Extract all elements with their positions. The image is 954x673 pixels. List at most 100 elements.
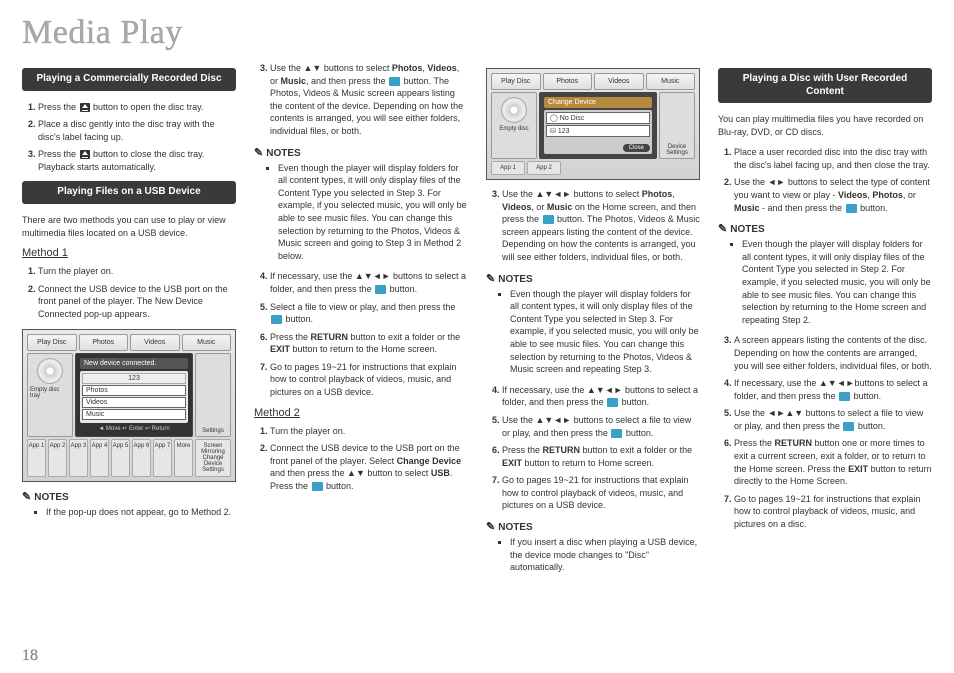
text: USB xyxy=(431,468,450,478)
fig-app: App 2 xyxy=(527,161,561,175)
text: Photos xyxy=(392,63,423,73)
text: button. xyxy=(619,397,649,407)
fig-tab: Photos xyxy=(543,73,593,90)
fig-disc-box: Empty disc tray xyxy=(27,353,73,437)
hand-icon: ✎ xyxy=(486,273,495,285)
disc-icon xyxy=(501,97,527,123)
fig-app: App 4 xyxy=(90,439,109,477)
note-item: If you insert a disc when playing a USB … xyxy=(510,536,700,574)
notes-list: Even though the player will display fold… xyxy=(718,238,932,326)
section-bar-commercial-disc: Playing a Commercially Recorded Disc xyxy=(22,68,236,91)
steps-method-1: Turn the player on. Connect the USB devi… xyxy=(22,265,236,320)
notes-heading: ✎NOTES xyxy=(718,222,932,235)
fig-tab: Photos xyxy=(79,334,129,351)
fig-row: Music xyxy=(82,409,186,420)
step: Press the RETURN button one or more time… xyxy=(734,437,932,487)
steps-col2: Use the ▲▼ buttons to select Photos, Vid… xyxy=(254,62,468,138)
hand-icon: ✎ xyxy=(718,223,727,235)
enter-icon xyxy=(271,315,282,324)
figure-new-device: Play Disc Photos Videos Music Empty disc… xyxy=(22,329,236,482)
fig-disc-box: Empty disc xyxy=(491,92,537,159)
fig-app: App 2 xyxy=(48,439,67,477)
text: If necessary, use the ▲▼◄►buttons to sel… xyxy=(734,378,928,401)
notes-heading: ✎NOTES xyxy=(486,520,700,533)
fig-popup-title: New device connected. xyxy=(80,358,188,369)
steps-user-disc-b: A screen appears listing the contents of… xyxy=(718,334,932,530)
section-bar-user-disc: Playing a Disc with User Recorded Conten… xyxy=(718,68,932,103)
steps-method-2: Turn the player on. Connect the USB devi… xyxy=(254,425,468,493)
column-2: Use the ▲▼ buttons to select Photos, Vid… xyxy=(254,62,468,582)
step: Press the RETURN button to exit a folder… xyxy=(270,331,468,356)
fig-tab: Music xyxy=(646,73,696,90)
notes-heading: ✎NOTES xyxy=(22,490,236,503)
fig-app: Screen Mirroring Change Device Settings xyxy=(195,439,231,477)
step: Press the RETURN button to exit a folder… xyxy=(502,444,700,469)
text: button. xyxy=(858,203,888,213)
hand-icon: ✎ xyxy=(254,147,263,159)
enter-icon xyxy=(375,285,386,294)
text: button. xyxy=(324,481,354,491)
disc-icon xyxy=(37,358,63,384)
text: , xyxy=(672,189,675,199)
note-item: If the pop-up does not appear, go to Met… xyxy=(46,506,236,519)
note-item: Even though the player will display fold… xyxy=(510,288,700,376)
step: Connect the USB device to the USB port o… xyxy=(270,442,468,492)
fig-settings: Device Settings xyxy=(659,92,695,159)
text: Select a file to view or play, and then … xyxy=(270,302,455,312)
fig-actions: ◄ Move ↵ Enter ↩ Return xyxy=(80,425,188,432)
fig-app: App 1 xyxy=(491,161,525,175)
column-4: Playing a Disc with User Recorded Conten… xyxy=(718,62,932,582)
steps-col2-b: If necessary, use the ▲▼◄► buttons to se… xyxy=(254,270,468,398)
enter-icon xyxy=(607,398,618,407)
fig-app: App 5 xyxy=(111,439,130,477)
notes-list: If the pop-up does not appear, go to Met… xyxy=(22,506,236,519)
text: button. xyxy=(283,314,313,324)
text: NOTES xyxy=(498,274,532,285)
fig-tab: Music xyxy=(182,334,232,351)
fig-row: 123 xyxy=(82,373,186,384)
fig-app-strip: App 1 App 2 App 3 App 4 App 5 App 6 App … xyxy=(27,439,231,477)
fig-app-strip: App 1 App 2 xyxy=(491,161,695,175)
enter-icon xyxy=(839,392,850,401)
text: Music xyxy=(547,202,573,212)
fig-app: App 6 xyxy=(132,439,151,477)
fig-tab: Play Disc xyxy=(491,73,541,90)
text: NOTES xyxy=(498,522,532,533)
step: Use the ◄► buttons to select the type of… xyxy=(734,176,932,214)
step: If necessary, use the ▲▼◄► buttons to se… xyxy=(270,270,468,295)
step: A screen appears listing the contents of… xyxy=(734,334,932,372)
step: Use the ▲▼◄► buttons to select Photos, V… xyxy=(502,188,700,264)
text: Videos xyxy=(502,202,531,212)
hand-icon: ✎ xyxy=(22,491,31,503)
notes-heading: ✎NOTES xyxy=(486,272,700,285)
hand-icon: ✎ xyxy=(486,521,495,533)
intro-text: There are two methods you can use to pla… xyxy=(22,214,236,239)
notes-list: If you insert a disc when playing a USB … xyxy=(486,536,700,574)
fig-tab: Videos xyxy=(594,73,644,90)
enter-icon xyxy=(843,422,854,431)
fig-app: More xyxy=(174,439,193,477)
enter-icon xyxy=(846,204,857,213)
text: No Disc xyxy=(560,115,585,122)
text: Use the ▲▼ buttons to select xyxy=(270,63,392,73)
steps-user-disc: Place a user recorded disc into the disc… xyxy=(718,146,932,214)
enter-icon xyxy=(312,482,323,491)
note-item: Even though the player will display fold… xyxy=(278,162,468,263)
text: If necessary, use the ▲▼◄► buttons to se… xyxy=(502,385,698,408)
steps-col3: Use the ▲▼◄► buttons to select Photos, V… xyxy=(486,188,700,264)
steps-commercial-disc: Press the button to open the disc tray. … xyxy=(22,101,236,174)
text: Videos xyxy=(427,63,456,73)
step: If necessary, use the ▲▼◄►buttons to sel… xyxy=(734,377,932,402)
step: Go to pages 19~21 for instructions that … xyxy=(502,474,700,512)
text: Press the xyxy=(38,102,79,112)
steps-col3-b: If necessary, use the ▲▼◄► buttons to se… xyxy=(486,384,700,512)
step: If necessary, use the ▲▼◄► buttons to se… xyxy=(502,384,700,409)
fig-label: Empty disc xyxy=(499,126,528,132)
enter-icon xyxy=(611,429,622,438)
text: NOTES xyxy=(34,492,68,503)
step: Press the button to close the disc tray.… xyxy=(38,148,236,173)
text: 123 xyxy=(558,128,570,135)
step: Place a disc gently into the disc tray w… xyxy=(38,118,236,143)
step: Press the button to open the disc tray. xyxy=(38,101,236,114)
figure-change-device: Play Disc Photos Videos Music Empty disc… xyxy=(486,68,700,180)
